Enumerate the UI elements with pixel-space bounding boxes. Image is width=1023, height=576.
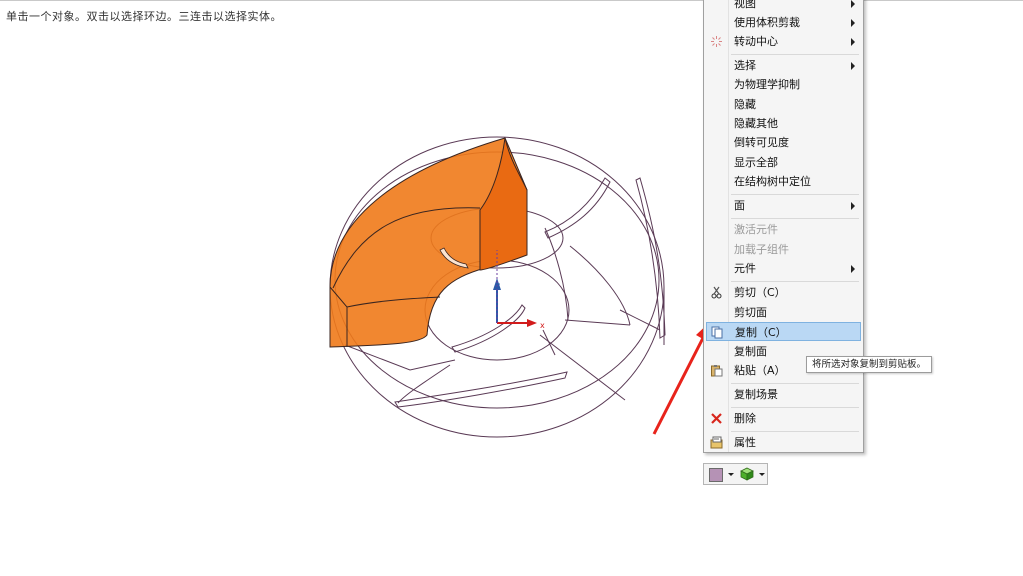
menu-item-label: 剪切（C）: [734, 286, 786, 299]
menu-item-delete[interactable]: 删除: [706, 409, 861, 428]
submenu-arrow-icon: [851, 202, 855, 210]
menu-separator: [731, 431, 859, 432]
submenu-arrow-icon: [851, 265, 855, 273]
copy-icon: [711, 326, 723, 339]
copy-tooltip: 将所选对象复制到剪贴板。: [806, 356, 933, 373]
scissors-icon: [711, 286, 722, 299]
menu-item-label: 剪切面: [734, 306, 767, 319]
menu-item-invert-visibility[interactable]: 倒转可见度: [706, 133, 861, 152]
menu-item-label: 使用体积剪裁: [734, 16, 800, 29]
menu-separator: [731, 218, 859, 219]
menu-item-label: 转动中心: [734, 35, 778, 48]
menu-item-label: 激活元件: [734, 223, 778, 236]
menu-item-show-all[interactable]: 显示全部: [706, 153, 861, 172]
menu-item-label: 倒转可见度: [734, 136, 789, 149]
properties-icon: [710, 436, 723, 449]
menu-item-properties[interactable]: 属性: [706, 433, 861, 452]
green-cube-icon[interactable]: [740, 467, 754, 481]
submenu-arrow-icon: [851, 19, 855, 27]
menu-item-label: 隐藏其他: [734, 117, 778, 130]
menu-item-load-subcomponents: 加载子组件: [706, 240, 861, 259]
menu-item-copy[interactable]: 复制（C）: [706, 322, 861, 341]
menu-item-label: 复制（C）: [735, 326, 787, 339]
menu-item-label: 复制场景: [734, 388, 778, 401]
menu-item-label: 在结构树中定位: [734, 175, 811, 188]
menu-item-label: 删除: [734, 412, 756, 425]
menu-item-locate-in-tree[interactable]: 在结构树中定位: [706, 172, 861, 191]
menu-item-hide[interactable]: 隐藏: [706, 95, 861, 114]
menu-item-label: 复制面: [734, 345, 767, 358]
menu-item-view[interactable]: 视图: [706, 0, 861, 13]
context-menu: 视图 使用体积剪裁 转动中心 选择 为物理学抑制 隐藏 隐藏其他 倒转可见度 显…: [703, 0, 864, 453]
menu-item-hide-others[interactable]: 隐藏其他: [706, 114, 861, 133]
menu-separator: [731, 407, 859, 408]
menu-item-component[interactable]: 元件: [706, 259, 861, 278]
menu-item-cut-face[interactable]: 剪切面: [706, 303, 861, 322]
menu-separator: [731, 54, 859, 55]
menu-item-label: 选择: [734, 59, 756, 72]
menu-item-label: 面: [734, 199, 745, 212]
menu-item-label: 加载子组件: [734, 243, 789, 256]
delete-icon: [711, 413, 722, 424]
menu-item-cut[interactable]: 剪切（C）: [706, 283, 861, 302]
color-swatch-button[interactable]: [709, 468, 723, 482]
submenu-arrow-icon: [851, 0, 855, 8]
menu-item-rotation-center[interactable]: 转动中心: [706, 32, 861, 51]
menu-item-copy-scene[interactable]: 复制场景: [706, 385, 861, 404]
z-axis-label: z: [496, 281, 500, 290]
3d-viewport[interactable]: z x: [0, 0, 1023, 576]
menu-item-suppress-physics[interactable]: 为物理学抑制: [706, 75, 861, 94]
menu-item-activate-component: 激活元件: [706, 220, 861, 239]
submenu-arrow-icon: [851, 62, 855, 70]
menu-item-volume-clip[interactable]: 使用体积剪裁: [706, 13, 861, 32]
menu-item-select[interactable]: 选择: [706, 56, 861, 75]
menu-item-label: 属性: [734, 436, 756, 449]
menu-item-label: 为物理学抑制: [734, 78, 800, 91]
chevron-down-icon[interactable]: [759, 473, 765, 476]
menu-item-label: 粘贴（A）: [734, 364, 786, 377]
x-axis-label: x: [540, 321, 545, 330]
menu-item-label: 元件: [734, 262, 756, 275]
submenu-arrow-icon: [851, 38, 855, 46]
menu-item-label: 视图: [734, 0, 756, 10]
menu-separator: [731, 281, 859, 282]
chevron-down-icon[interactable]: [728, 473, 734, 476]
rotation-center-icon: [711, 36, 722, 47]
menu-item-face[interactable]: 面: [706, 196, 861, 215]
menu-item-label: 显示全部: [734, 156, 778, 169]
menu-separator: [731, 383, 859, 384]
menu-separator: [731, 194, 859, 195]
paste-icon: [711, 365, 723, 377]
mini-toolbar: [703, 463, 768, 485]
menu-item-label: 隐藏: [734, 98, 756, 111]
